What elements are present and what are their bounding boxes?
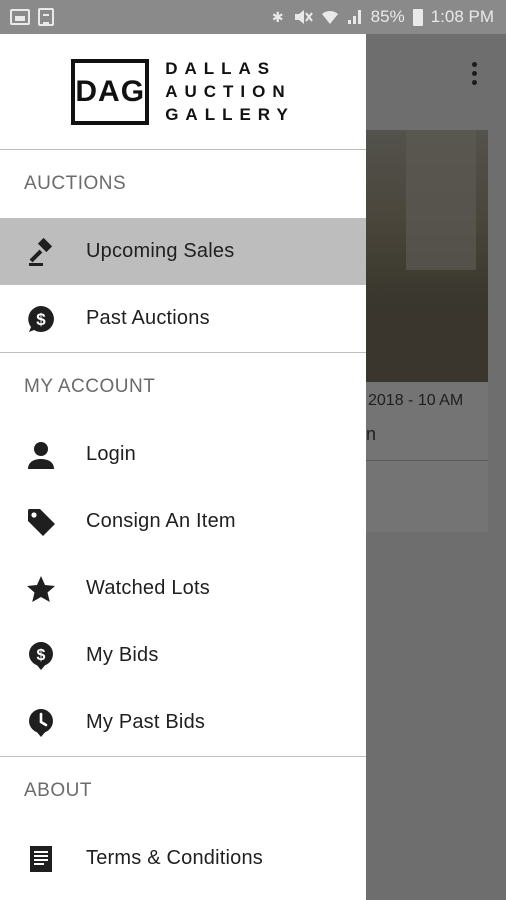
nav-item-my-past-bids[interactable]: My Past Bids bbox=[0, 689, 366, 756]
section-header-my-account: MY ACCOUNT bbox=[24, 376, 156, 397]
gavel-icon bbox=[24, 235, 58, 269]
nav-item-label: Upcoming Sales bbox=[86, 240, 235, 262]
nav-item-login[interactable]: Login bbox=[0, 421, 366, 488]
logo-line-2: AUCTION bbox=[165, 81, 292, 101]
card-divider bbox=[366, 460, 488, 461]
gallery-notification-icon bbox=[10, 9, 30, 25]
dag-logo-mark: DAG bbox=[71, 58, 150, 125]
dollar-bubble-icon: $ bbox=[24, 302, 58, 336]
nav-item-label: Login bbox=[86, 443, 136, 465]
wifi-icon bbox=[321, 10, 338, 24]
nav-item-watched-lots[interactable]: Watched Lots bbox=[0, 555, 366, 622]
background-content: 2018 - 10 AM n bbox=[366, 34, 506, 900]
nav-item-label: Consign An Item bbox=[86, 510, 236, 532]
auction-title: n bbox=[366, 424, 377, 444]
nav-item-label: Past Auctions bbox=[86, 307, 210, 329]
svg-text:$: $ bbox=[36, 310, 46, 329]
nav-item-terms[interactable]: Terms & Conditions bbox=[0, 825, 366, 892]
document-notification-icon bbox=[38, 8, 54, 26]
nav-item-label: Terms & Conditions bbox=[86, 847, 263, 869]
nav-item-consign[interactable]: Consign An Item bbox=[0, 488, 366, 555]
nav-item-label: My Past Bids bbox=[86, 711, 206, 733]
tag-icon bbox=[24, 505, 58, 539]
nav-item-upcoming-sales[interactable]: Upcoming Sales bbox=[0, 218, 366, 285]
status-bar: ✱ 85% 1:08 PM bbox=[0, 0, 506, 34]
auction-card[interactable]: 2018 - 10 AM n bbox=[366, 130, 488, 532]
overflow-menu-icon[interactable] bbox=[472, 62, 478, 86]
nav-item-label: Watched Lots bbox=[86, 577, 210, 599]
clock: 1:08 PM bbox=[430, 7, 494, 26]
section-about: ABOUT Terms & Conditions bbox=[0, 757, 366, 892]
logo-line-3: GALLERY bbox=[165, 104, 295, 124]
battery-icon bbox=[412, 8, 423, 26]
dollar-pin-icon: $ bbox=[24, 639, 58, 673]
nav-item-label: My Bids bbox=[86, 644, 159, 666]
logo-wordmark: DALLAS AUCTION GALLERY bbox=[165, 59, 295, 125]
svg-text:$: $ bbox=[37, 647, 46, 664]
drawer-header: DAG DALLAS AUCTION GALLERY bbox=[0, 34, 366, 150]
auction-image bbox=[366, 130, 488, 382]
nav-item-past-auctions[interactable]: $ Past Auctions bbox=[0, 285, 366, 352]
bluetooth-icon: ✱ bbox=[271, 8, 285, 25]
section-header-auctions: AUCTIONS bbox=[24, 173, 127, 194]
star-icon bbox=[24, 572, 58, 606]
navigation-drawer: DAG DALLAS AUCTION GALLERY AUCTIONS Upco… bbox=[0, 34, 366, 900]
person-icon bbox=[24, 438, 58, 472]
section-header-about: ABOUT bbox=[24, 780, 92, 801]
signal-icon bbox=[347, 10, 361, 24]
clock-pin-icon bbox=[24, 706, 58, 740]
battery-percent: 85% bbox=[370, 7, 405, 26]
nav-item-my-bids[interactable]: $ My Bids bbox=[0, 622, 366, 689]
document-icon bbox=[24, 842, 58, 876]
logo-line-1: DALLAS bbox=[165, 58, 277, 78]
auction-date: 2018 - 10 AM bbox=[368, 392, 464, 409]
section-auctions: AUCTIONS Upcoming Sales $ Past Auctions bbox=[0, 150, 366, 353]
mute-icon bbox=[294, 10, 313, 24]
section-my-account: MY ACCOUNT Login Consign An Item Watched… bbox=[0, 353, 366, 757]
